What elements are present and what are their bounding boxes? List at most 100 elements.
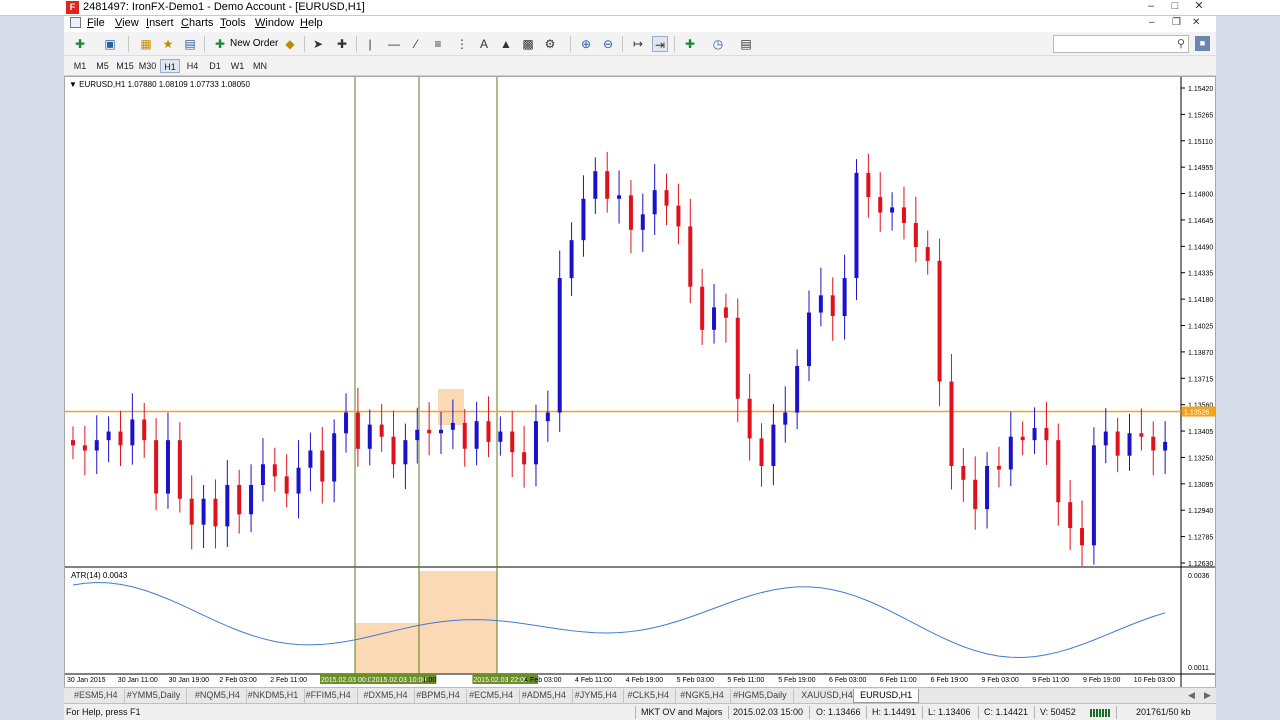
status-profile[interactable]: MKT OV and Majors — [641, 707, 722, 717]
candle-body — [415, 429, 420, 441]
candle-body — [332, 433, 337, 482]
candle-body — [450, 422, 455, 430]
expert-advisors-icon[interactable]: ◆ — [282, 36, 298, 52]
chart-tab[interactable]: #ADM5,H4 — [516, 689, 573, 703]
shapes-tool-icon[interactable]: ⚙ — [542, 36, 558, 52]
time-label: 2015.02.03 10:00 — [372, 677, 427, 684]
time-label: 10 Feb 03:00 — [1134, 677, 1175, 684]
chart-tab[interactable]: #ESM5,H4 — [68, 689, 125, 703]
vertical-line-icon[interactable]: | — [362, 36, 378, 52]
new-chart-icon[interactable]: ✚ — [72, 36, 88, 52]
crosshair-icon[interactable]: ✚ — [334, 36, 350, 52]
timeframe-mn[interactable]: MN — [250, 59, 270, 73]
chart-tab[interactable]: #NGK5,H4 — [674, 689, 731, 703]
menu-insert[interactable]: Insert — [146, 17, 174, 29]
candle-body — [700, 286, 705, 330]
chart-tab[interactable]: #CLK5,H4 — [622, 689, 677, 703]
menu-file[interactable]: File — [87, 17, 105, 29]
arrows-tool-icon[interactable]: ▩ — [520, 36, 536, 52]
menu-tools[interactable]: Tools — [220, 17, 246, 29]
zoom-out-icon[interactable]: ⊖ — [600, 36, 616, 52]
fibonacci-icon[interactable]: ⋮ — [454, 36, 470, 52]
chart-tab[interactable]: #BPM5,H4 — [410, 689, 467, 703]
cursor-icon[interactable]: ➤ — [310, 36, 326, 52]
text-tool-icon[interactable]: A — [476, 36, 492, 52]
price-label: 1.13095 — [1188, 482, 1213, 489]
status-bar: For Help, press F1 MKT OV and Majors 201… — [64, 703, 1216, 720]
timeframe-m30[interactable]: M30 — [138, 59, 158, 73]
candle-body — [403, 440, 408, 465]
autoscroll-icon[interactable]: ⇥ — [652, 36, 668, 52]
indicators-icon[interactable]: ✚ — [682, 36, 698, 52]
timeframe-m5[interactable]: M5 — [93, 59, 113, 73]
candle-body — [486, 421, 491, 442]
timeframe-h1[interactable]: H1 — [160, 59, 180, 73]
candle-body — [260, 464, 265, 485]
tab-scroll-left-icon[interactable]: ◀ — [1188, 690, 1195, 701]
price-label: 1.15420 — [1188, 86, 1213, 93]
navigator-icon[interactable]: ★ — [160, 36, 176, 52]
close-icon[interactable]: ✕ — [1187, 0, 1211, 14]
search-input[interactable]: ⚲ — [1053, 35, 1189, 53]
channel-icon[interactable]: ≡ — [430, 36, 446, 52]
candle-body — [973, 479, 978, 510]
periods-icon[interactable]: ◷ — [710, 36, 726, 52]
zoom-in-icon[interactable]: ⊕ — [578, 36, 594, 52]
menu-bar: File View Insert Charts Tools Window Help – ❐ … — [64, 16, 1216, 32]
candle-body — [807, 312, 811, 367]
templates-icon[interactable]: ▤ — [738, 36, 754, 52]
new-order-icon[interactable]: ✚ — [212, 36, 228, 52]
timeframe-m1[interactable]: M1 — [70, 59, 90, 73]
tab-scroll-right-icon[interactable]: ▶ — [1204, 690, 1211, 701]
mdi-close-icon[interactable]: ✕ — [1192, 17, 1200, 28]
candle-body — [747, 398, 752, 439]
mdi-restore-icon[interactable]: ❐ — [1172, 17, 1181, 28]
candle-body — [569, 240, 574, 279]
mdi-minimize-icon[interactable]: – — [1149, 17, 1155, 28]
community-icon[interactable]: ■ — [1195, 36, 1210, 51]
price-label: 1.13250 — [1188, 455, 1213, 462]
candle-body — [1044, 428, 1049, 441]
menu-charts[interactable]: Charts — [181, 17, 213, 29]
label-tool-icon[interactable]: ▲ — [498, 36, 514, 52]
candle-body — [165, 440, 170, 494]
timeframe-m15[interactable]: M15 — [115, 59, 135, 73]
timeframe-h4[interactable]: H4 — [183, 59, 203, 73]
timeframe-d1[interactable]: D1 — [205, 59, 225, 73]
chart-tab[interactable]: #NQM5,H4 — [189, 689, 247, 703]
eurusd-h1-chart[interactable]: 1.15420 1.15265 1.15110 1.14955 1.14800 1.146… — [65, 77, 1215, 687]
terminal-icon[interactable]: ▤ — [182, 36, 198, 52]
candle-body — [1068, 502, 1073, 529]
chart-shift-icon[interactable]: ↦ — [630, 36, 646, 52]
search-icon[interactable]: ⚲ — [1177, 37, 1185, 50]
chart-window[interactable]: 1.15420 1.15265 1.15110 1.14955 1.14800 1.146… — [64, 76, 1216, 688]
profiles-icon[interactable]: ▣ — [102, 36, 118, 52]
candle-body — [284, 476, 289, 494]
menu-help[interactable]: Help — [300, 17, 323, 29]
candle-body — [545, 412, 550, 422]
menu-window[interactable]: Window — [255, 17, 294, 29]
candle-body — [581, 198, 586, 241]
chart-tab[interactable]: #JYM5,H4 — [569, 689, 624, 703]
chart-tab[interactable]: #HGM5,Daily — [727, 689, 794, 703]
timeframe-w1[interactable]: W1 — [228, 59, 248, 73]
price-label: 1.14490 — [1188, 244, 1213, 251]
time-label: 30 Jan 11:00 — [118, 677, 158, 684]
maximize-icon[interactable]: □ — [1163, 0, 1187, 14]
chart-tab[interactable]: #DXM5,H4 — [358, 689, 415, 703]
candle-body — [510, 431, 515, 453]
chart-tab[interactable]: #NKDM5,H1 — [242, 689, 306, 703]
new-order-button[interactable]: New Order — [230, 38, 278, 49]
menu-view[interactable]: View — [115, 17, 139, 29]
time-label: 2 Feb 03:00 — [219, 677, 256, 684]
document-icon[interactable] — [70, 17, 81, 28]
trendline-icon[interactable]: ⁄ — [408, 36, 424, 52]
chart-tab[interactable]: #FFIM5,H4 — [300, 689, 358, 703]
chart-tab[interactable]: #YMM5,Daily — [121, 689, 188, 703]
chart-tab[interactable]: XAUUSD,H4 — [795, 689, 860, 703]
chart-tab[interactable]: EURUSD,H1 — [853, 689, 920, 703]
market-watch-icon[interactable]: ▦ — [138, 36, 154, 52]
minimize-icon[interactable]: – — [1139, 0, 1163, 14]
chart-tab[interactable]: #ECM5,H4 — [463, 689, 521, 703]
horizontal-line-icon[interactable]: — — [386, 36, 402, 52]
